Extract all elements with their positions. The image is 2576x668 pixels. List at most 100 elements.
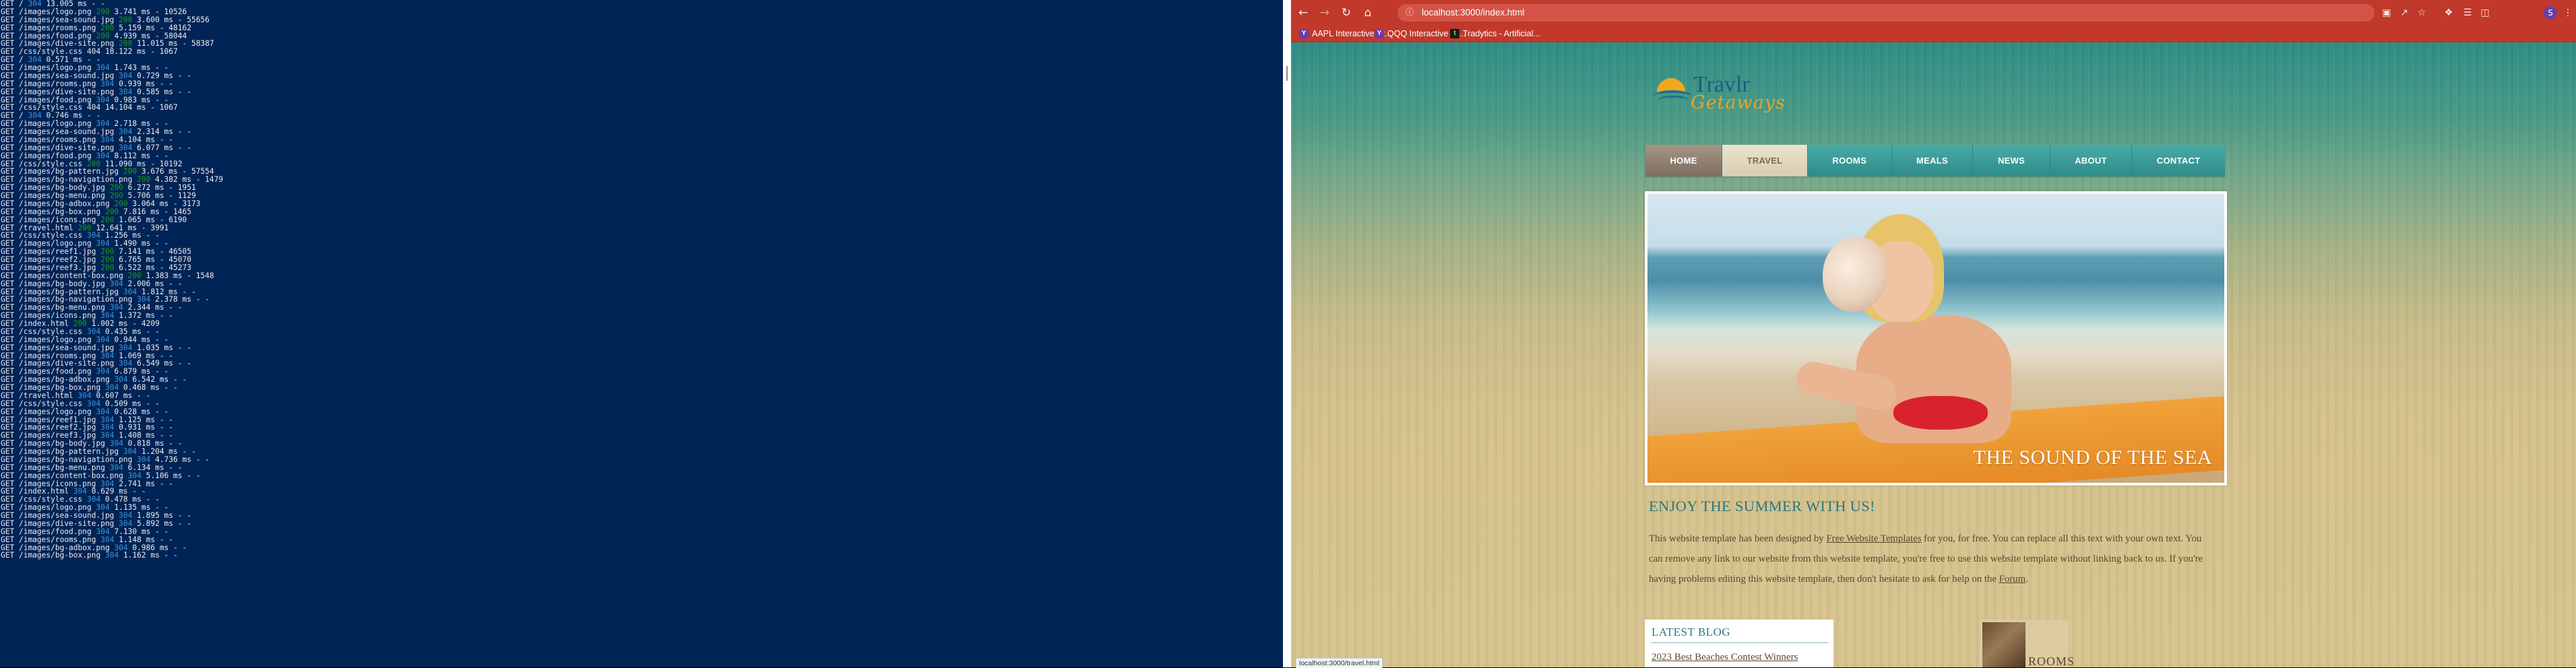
nav-rooms[interactable]: ROOMS [1807,145,1892,176]
intro-paragraph: This website template has been designed … [1649,529,2215,589]
log-line: GET /images/dive-site.png 304 5.892 ms -… [0,519,1283,528]
side-panel-icon[interactable]: ◫ [2479,7,2491,19]
hero-caption: THE SOUND OF THE SEA [1973,446,2212,469]
log-line: GET /images/logo.png 304 0.944 ms - - [0,335,1283,344]
log-line: GET /images/logo.png 304 1.135 ms - - [0,504,1283,512]
home-icon[interactable]: ⌂ [1361,6,1375,20]
main-navigation: HOME TRAVEL ROOMS MEALS NEWS ABOUT CONTA… [1645,145,2225,176]
log-line: GET /css/style.css 404 18.122 ms - 1067 [0,48,1283,56]
menu-kebab-icon[interactable]: ⋮ [2562,7,2574,19]
log-line: GET /images/food.png 304 7.130 ms - - [0,527,1283,536]
share-icon[interactable]: ↗ [2398,7,2410,19]
log-timing: 18.122 ms - 1067 [104,47,178,57]
browser-window: ← → ↻ ⌂ ⓘ localhost:3000/index.html ▣ ↗ … [1291,0,2576,667]
pane-splitter[interactable] [1283,0,1291,667]
log-line: GET /images/bg-box.png 200 7.816 ms - 14… [0,207,1283,216]
log-line: GET /images/reef1.jpg 200 7.141 ms - 465… [0,248,1283,256]
log-line: GET /images/icons.png 304 2.741 ms - - [0,479,1283,488]
log-line: GET /css/style.css 304 1.256 ms - - [0,232,1283,240]
log-line: GET /images/dive-site.png 304 6.549 ms -… [0,360,1283,368]
site-info-icon[interactable]: ⓘ [1406,7,1415,17]
terminal-pane[interactable]: GET / 304 13.005 ms - - GET /images/logo.… [0,0,1283,667]
log-line: GET /index.html 200 1.002 ms - 4209 [0,320,1283,328]
bookmark-star-icon[interactable]: ☆ [2416,7,2428,19]
latest-blog-box: LATEST BLOG 2023 Best Beaches Contest Wi… [1645,620,1833,667]
log-line: GET /images/bg-adbox.png 304 6.542 ms - … [0,376,1283,384]
address-bar-url[interactable]: localhost:3000/index.html [1422,7,1524,19]
tab-search-icon[interactable]: ☰ [2461,7,2474,19]
free-website-templates-link[interactable]: Free Website Templates [1826,533,1921,544]
blog-divider [1652,642,1828,643]
log-line: GET / 304 0.746 ms - - [0,112,1283,120]
rooms-image [1982,622,2025,667]
log-line: GET /images/logo.png 304 1.490 ms - - [0,240,1283,248]
address-bar[interactable]: ⓘ localhost:3000/index.html [1397,4,2375,22]
log-line: GET /css/style.css 304 0.478 ms - - [0,496,1283,504]
log-path: /images/bg-box.png [18,551,101,560]
log-line: GET /images/reef2.jpg 304 0.931 ms - - [0,424,1283,432]
intro-text: . [2025,574,2028,584]
log-line: GET /images/rooms.png 304 1.148 ms - - [0,535,1283,544]
nav-travel[interactable]: TRAVEL [1722,145,1808,176]
bookmarks-bar: Y AAPL Interactive St... Y QQQ Interacti… [1291,25,2576,42]
rooms-feature-box[interactable]: ROOMS [1980,620,2074,667]
nav-about[interactable]: ABOUT [2050,145,2133,176]
log-line: GET /css/style.css 304 0.435 ms - - [0,327,1283,336]
log-line: GET /images/bg-navigation.png 304 4.736 … [0,455,1283,464]
back-arrow-icon[interactable]: ← [1296,6,1310,20]
log-line: GET /images/content-box.png 304 5.106 ms… [0,471,1283,480]
bookmark-tradytics[interactable]: t Tradytics - Artificial... [1450,28,1540,39]
extensions-icon[interactable]: ❖ [2443,7,2455,19]
rooms-label: ROOMS [2028,655,2075,667]
log-status: 304 [104,551,119,560]
blog-title: LATEST BLOG [1652,626,1731,638]
log-line: GET /images/sea-sound.jpg 304 1.035 ms -… [0,343,1283,352]
log-line: GET /images/sea-sound.jpg 304 0.729 ms -… [0,71,1283,80]
seashell-icon [1823,238,1887,312]
log-line: GET /images/food.png 304 6.879 ms - - [0,368,1283,376]
log-line: GET /images/rooms.png 304 1.069 ms - - [0,352,1283,360]
nav-news[interactable]: NEWS [1973,145,2050,176]
log-line: GET /images/icons.png 304 1.372 ms - - [0,312,1283,320]
log-line: GET /images/icons.png 200 1.065 ms - 619… [0,215,1283,224]
hero-figure [1782,201,2011,470]
log-timing: 1.162 ms - - [123,551,178,560]
logo-wave-icon [1658,96,1688,104]
blog-post-link[interactable]: 2023 Best Beaches Contest Winners [1652,652,1798,663]
log-line: GET /images/reef1.jpg 304 1.125 ms - - [0,415,1283,424]
hero-image: THE SOUND OF THE SEA [1645,191,2227,486]
nav-meals[interactable]: MEALS [1891,145,1974,176]
forum-link[interactable]: Forum [1999,574,2025,584]
forward-arrow-icon[interactable]: → [1318,6,1331,20]
log-line: GET /images/bg-box.png 304 0.468 ms - - [0,384,1283,392]
yahoo-icon: Y [1299,28,1309,38]
log-line: GET /travel.html 200 12.641 ms - 3991 [0,224,1283,232]
reload-icon[interactable]: ↻ [1340,6,1353,20]
log-line: GET /images/food.png 304 8.112 ms - - [0,152,1283,160]
log-line: GET /images/dive-site.png 304 0.585 ms -… [0,88,1283,96]
log-line: GET /index.html 304 0.629 ms - - [0,488,1283,496]
site-logo[interactable]: Travlr Getaways [1652,71,1785,114]
log-line: GET / 304 0.571 ms - - [0,56,1283,64]
nav-home[interactable]: HOME [1645,145,1723,176]
log-line: GET /images/content-box.png 200 1.383 ms… [0,271,1283,280]
log-line: GET /images/rooms.png 200 5.159 ms - 481… [0,24,1283,32]
install-app-icon[interactable]: ▣ [2381,7,2393,19]
log-line: GET /images/bg-menu.png 304 2.344 ms - - [0,304,1283,312]
log-line: GET /images/dive-site.png 304 6.077 ms -… [0,143,1283,152]
browser-toolbar: ← → ↻ ⌂ ⓘ localhost:3000/index.html ▣ ↗ … [1291,0,2576,25]
web-page: Travlr Getaways HOME TRAVEL ROOMS MEALS … [1291,42,2576,667]
log-method-path: GET [1,551,15,560]
log-line: GET /images/reef3.jpg 304 1.408 ms - - [0,432,1283,440]
profile-avatar[interactable]: S [2544,6,2557,20]
log-line: GET /images/dive-site.png 200 11.015 ms … [0,40,1283,48]
splitter-grip[interactable] [1286,66,1288,81]
log-line: GET / 304 13.005 ms - - [0,0,1283,8]
nav-contact[interactable]: CONTACT [2132,145,2225,176]
log-line: GET /travel.html 304 0.607 ms - - [0,391,1283,400]
yahoo-icon: Y [1375,28,1384,38]
log-line: GET /images/rooms.png 304 4.104 ms - - [0,135,1283,144]
log-line: GET /images/rooms.png 304 0.939 ms - - [0,79,1283,88]
log-line: GET /images/logo.png 304 2.718 ms - - [0,120,1283,128]
log-line: GET /images/sea-sound.jpg 304 1.895 ms -… [0,512,1283,520]
